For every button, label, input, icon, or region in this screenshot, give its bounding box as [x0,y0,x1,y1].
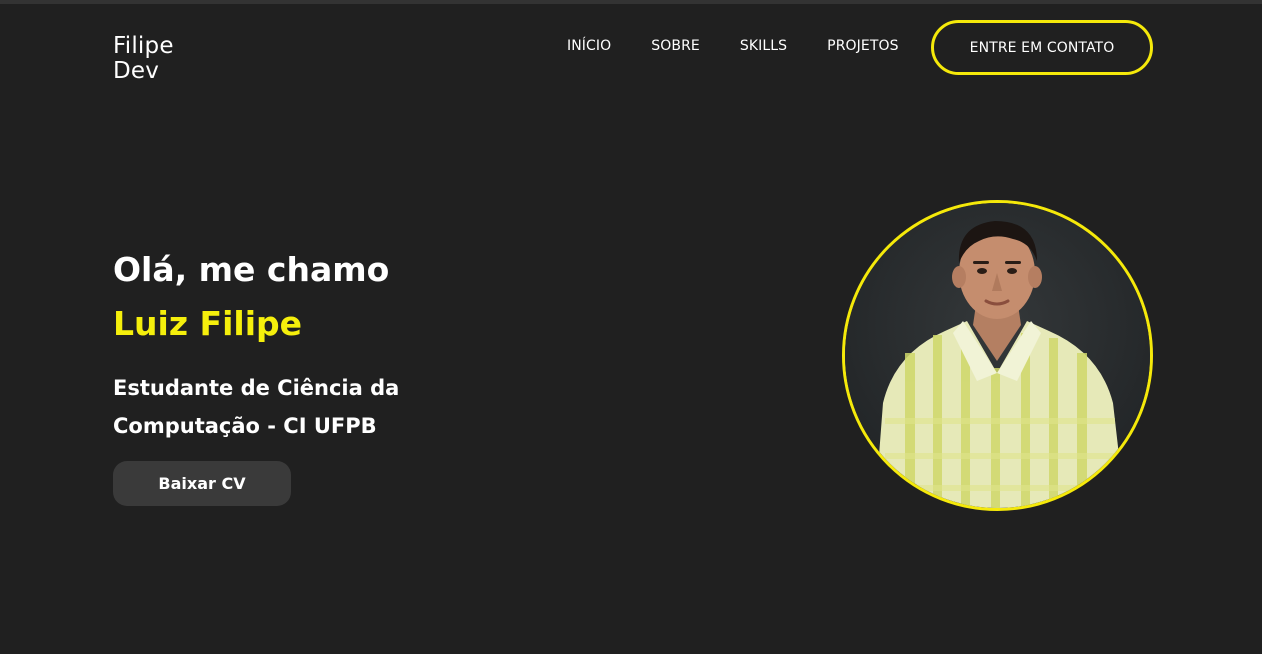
logo-line-1: Filipe [113,33,174,59]
contact-button[interactable]: ENTRE EM CONTATO [931,20,1153,75]
download-cv-button[interactable]: Baixar CV [113,461,291,506]
nav-link-skills[interactable]: SKILLS [740,38,787,54]
site-header: Filipe Dev INÍCIO SOBRE SKILLS PROJETOS … [0,4,1262,92]
nav-link-sobre[interactable]: SOBRE [651,38,700,54]
nav-link-inicio[interactable]: INÍCIO [567,38,611,54]
hero-subtitle-line-1: Estudante de Ciência da [113,376,400,400]
profile-photo [842,200,1153,511]
logo-line-2: Dev [113,58,160,84]
hero-greeting: Olá, me chamo [113,250,390,289]
profile-photo-illustration [845,203,1150,508]
hero-name: Luiz Filipe [113,304,303,343]
hero-subtitle: Estudante de Ciência da Computação - CI … [113,369,473,445]
main-nav: INÍCIO SOBRE SKILLS PROJETOS [567,38,899,54]
nav-link-projetos[interactable]: PROJETOS [827,38,898,54]
hero-subtitle-line-2: Computação - CI UFPB [113,414,377,438]
site-logo[interactable]: Filipe Dev [113,34,174,84]
